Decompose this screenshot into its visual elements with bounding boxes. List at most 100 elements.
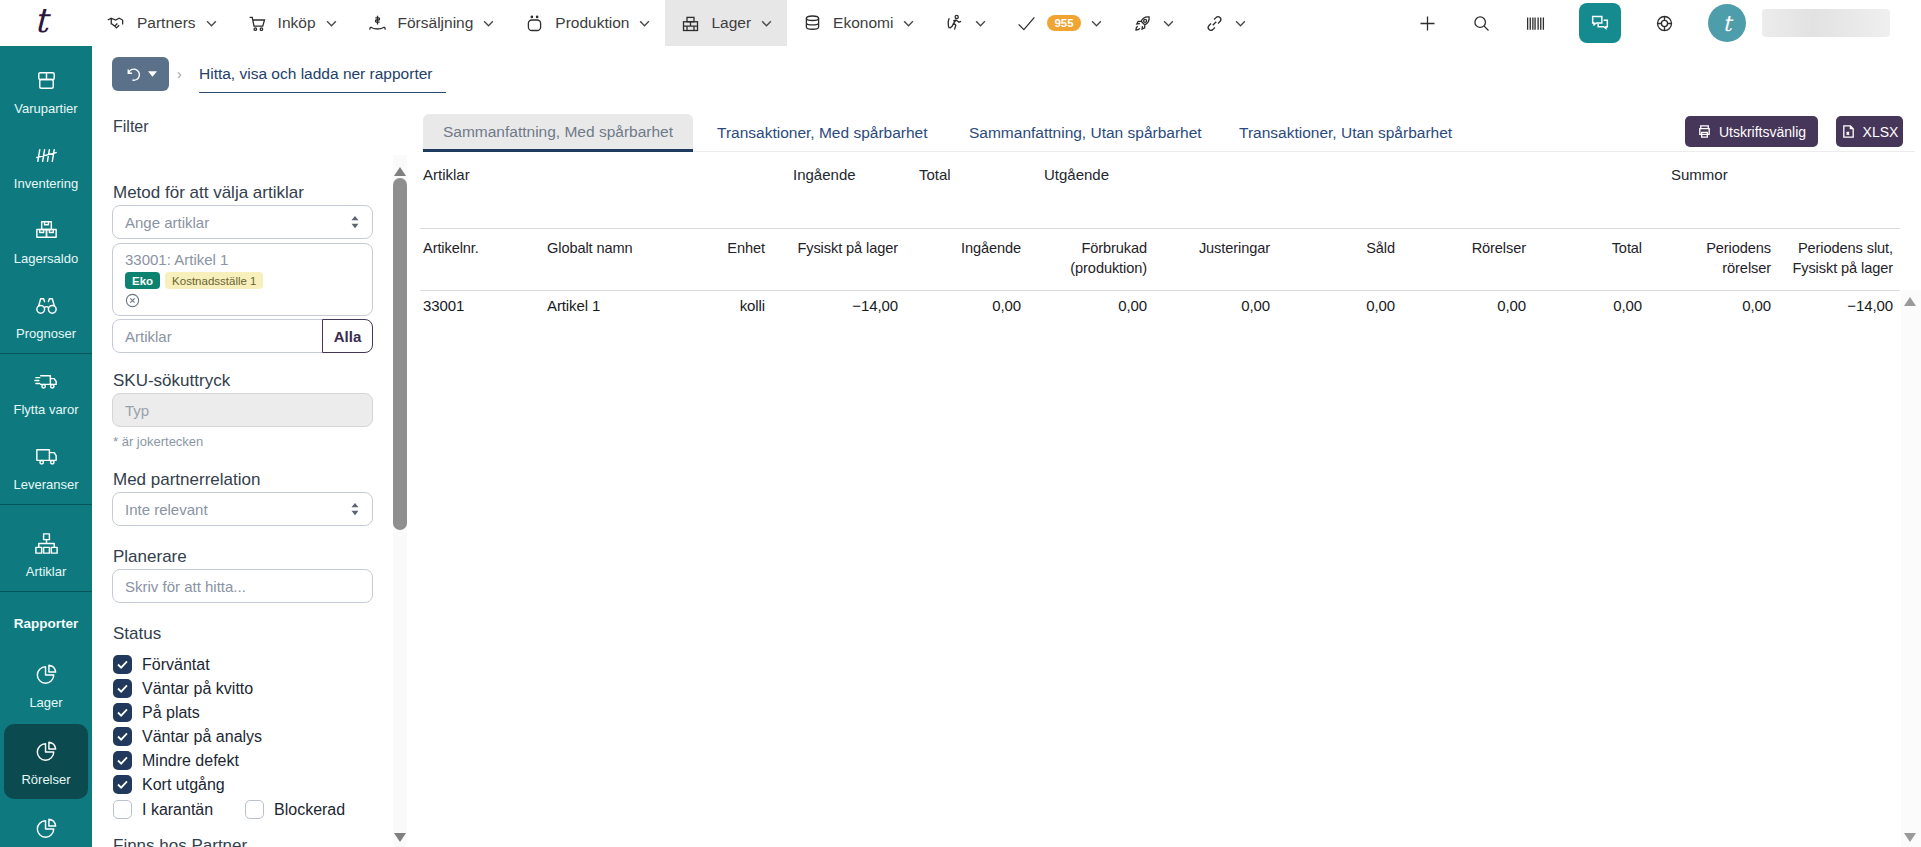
wildcard-note: * är jokertecken xyxy=(113,434,203,449)
col-fysiskt[interactable]: Fysiskt på lager xyxy=(778,238,898,258)
scroll-up-arrow[interactable] xyxy=(394,167,406,176)
app-logo[interactable]: t xyxy=(34,0,48,40)
cell-ingaende: 0,00 xyxy=(921,297,1021,314)
sidebar-item-prognoser[interactable]: Prognoser xyxy=(0,278,92,353)
sidebar-item-inventering[interactable]: Inventering xyxy=(0,128,92,203)
cell-globalt-namn: Artikel 1 xyxy=(547,297,600,314)
production-icon xyxy=(524,13,545,34)
scroll-down-arrow[interactable] xyxy=(394,833,406,842)
tab-transaktioner-utan[interactable]: Transaktioner, Utan spårbarhet xyxy=(1215,114,1476,152)
filter-scrollbar-thumb[interactable] xyxy=(393,178,407,530)
checkbox-forvantat[interactable]: Förväntat xyxy=(113,655,210,674)
artiklar-input[interactable]: Artiklar xyxy=(112,319,323,353)
checkbox-blockerad[interactable]: Blockerad xyxy=(245,800,345,819)
breadcrumb-separator: › xyxy=(177,66,182,82)
menu-partners[interactable]: Partners xyxy=(91,0,232,46)
selected-article-box[interactable]: 33001: Artikel 1 Eko Kostnadsställe 1 xyxy=(112,243,373,316)
history-back-button[interactable] xyxy=(112,57,169,91)
col-periodens-rorelser[interactable]: Periodens rörelser xyxy=(1681,238,1771,278)
sku-label: SKU-sökuttryck xyxy=(113,371,230,391)
breadcrumb-title[interactable]: Hitta, visa och ladda ner rapporter xyxy=(199,65,446,93)
col-total[interactable]: Total xyxy=(1552,238,1642,258)
menu-ekonomi[interactable]: Ekonomi xyxy=(787,0,929,46)
menu-forsaljning[interactable]: Försäljning xyxy=(352,0,510,46)
col-periodens-slut[interactable]: Periodens slut, Fysiskt på lager xyxy=(1768,238,1893,278)
sku-input-disabled: Typ xyxy=(112,393,373,427)
pie-chart-icon xyxy=(33,738,60,765)
chevron-down-icon xyxy=(1235,20,1246,27)
checkbox-mindre-defekt[interactable]: Mindre defekt xyxy=(113,751,239,770)
col-enhet[interactable]: Enhet xyxy=(685,238,765,258)
col-ingaende[interactable]: Ingående xyxy=(921,238,1021,258)
select-stepper-icon xyxy=(350,502,360,516)
menu-links[interactable] xyxy=(1189,0,1261,46)
sidebar-item-partial[interactable] xyxy=(0,801,92,847)
method-select[interactable]: Ange artiklar xyxy=(112,205,373,239)
search-icon[interactable] xyxy=(1471,13,1492,34)
xlsx-file-icon xyxy=(1841,124,1856,139)
printer-icon xyxy=(1697,124,1712,139)
xlsx-button[interactable]: XLSX xyxy=(1836,116,1903,147)
checkbox-vantar-kvitto[interactable]: Väntar på kvitto xyxy=(113,679,253,698)
plus-icon[interactable] xyxy=(1417,13,1438,34)
pie-chart-icon xyxy=(33,661,60,688)
sidebar-item-lager-rapport[interactable]: Lager xyxy=(0,639,92,722)
group-header-artiklar: Artiklar xyxy=(423,166,470,183)
planner-input[interactable]: Skriv för att hitta... xyxy=(112,569,373,603)
partner-select[interactable]: Inte relevant xyxy=(112,492,373,526)
checkbox-pa-plats[interactable]: På plats xyxy=(113,703,200,722)
remove-article-icon[interactable] xyxy=(125,293,140,308)
chevron-down-icon xyxy=(1091,20,1102,27)
table-scrollbar[interactable] xyxy=(1901,290,1921,847)
tab-sammanfattning-med[interactable]: Sammanfattning, Med spårbarhet xyxy=(423,114,693,152)
sidebar-item-artiklar[interactable]: Artiklar xyxy=(0,505,92,591)
cell-fysiskt: −14,00 xyxy=(778,297,898,314)
checkbox-kort-utgang[interactable]: Kort utgång xyxy=(113,775,225,794)
scroll-down-arrow[interactable] xyxy=(1904,833,1916,842)
col-globalt-namn[interactable]: Globalt namn xyxy=(547,238,633,258)
chevron-down-icon xyxy=(639,20,650,27)
menu-launch[interactable] xyxy=(1117,0,1189,46)
group-header-summor: Summor xyxy=(1671,166,1728,183)
sidebar: Varupartier Inventering Lagersaldo Progn… xyxy=(0,46,92,847)
menu-tasks[interactable]: 955 xyxy=(1001,0,1116,46)
table-divider xyxy=(420,290,1900,291)
menu-lager[interactable]: Lager xyxy=(665,0,787,46)
col-justeringar[interactable]: Justeringar xyxy=(1160,238,1270,258)
cell-artikelnr[interactable]: 33001 xyxy=(423,297,464,314)
menu-produktion[interactable]: Produktion xyxy=(509,0,665,46)
eko-badge: Eko xyxy=(125,272,160,289)
scroll-up-arrow[interactable] xyxy=(1904,297,1916,306)
chat-button[interactable] xyxy=(1579,3,1621,43)
status-label: Status xyxy=(113,624,161,644)
menu-activities[interactable] xyxy=(929,0,1001,46)
sidebar-item-flytta-varor[interactable]: Flytta varor xyxy=(0,354,92,429)
col-sald[interactable]: Såld xyxy=(1305,238,1395,258)
binoculars-icon xyxy=(33,292,60,319)
selected-article: 33001: Artikel 1 xyxy=(125,251,228,268)
barcode-icon[interactable] xyxy=(1525,13,1546,34)
kostnadsstalle-badge: Kostnadsställe 1 xyxy=(165,272,263,289)
sidebar-item-varupartier[interactable]: Varupartier xyxy=(0,53,92,128)
print-friendly-button[interactable]: Utskriftsvänlig xyxy=(1685,116,1818,147)
method-label: Metod för att välja artiklar xyxy=(113,183,304,203)
sidebar-item-rorelser[interactable]: Rörelser xyxy=(4,724,88,799)
group-header-ingaende: Ingående xyxy=(793,166,856,183)
tab-transaktioner-med[interactable]: Transaktioner, Med spårbarhet xyxy=(693,114,952,152)
caret-down-icon xyxy=(148,71,157,77)
menu-inkop[interactable]: Inköp xyxy=(232,0,352,46)
checkbox-checked-icon xyxy=(113,679,132,698)
sidebar-item-leveranser[interactable]: Leveranser xyxy=(0,429,92,504)
tab-sammanfattning-utan[interactable]: Sammanfattning, Utan spårbarhet xyxy=(945,114,1226,152)
col-rorelser[interactable]: Rörelser xyxy=(1426,238,1526,258)
avatar[interactable]: t xyxy=(1708,4,1746,42)
alla-button[interactable]: Alla xyxy=(322,319,373,353)
checkbox-i-karantan[interactable]: I karantän xyxy=(113,800,213,819)
cell-periodens-slut: −14,00 xyxy=(1768,297,1893,314)
support-wheel-icon[interactable] xyxy=(1654,13,1675,34)
checkbox-vantar-analys[interactable]: Väntar på analys xyxy=(113,727,262,746)
sidebar-item-lagersaldo[interactable]: Lagersaldo xyxy=(0,203,92,278)
check-icon xyxy=(1016,13,1037,34)
col-artikelnr[interactable]: Artikelnr. xyxy=(423,238,479,258)
col-forbrukad[interactable]: Förbrukad (produktion) xyxy=(1047,238,1147,278)
